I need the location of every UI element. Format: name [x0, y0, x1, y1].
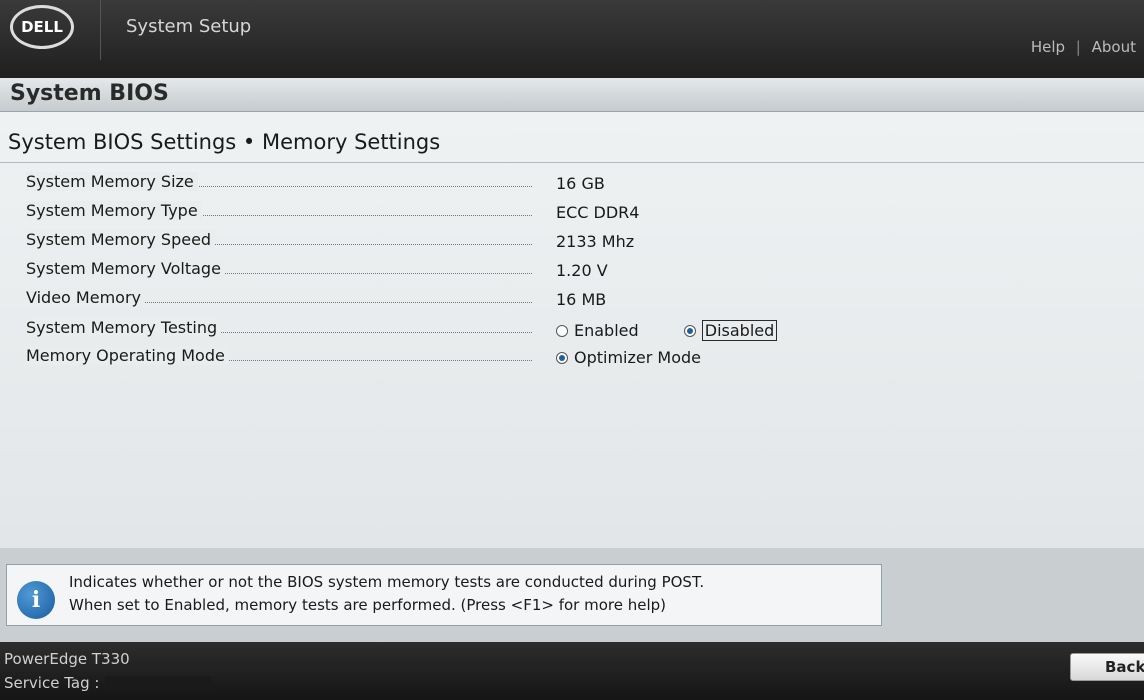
radio-on-icon [556, 351, 568, 364]
service-tag-label: Service Tag : [4, 674, 100, 692]
setting-label: System Memory Type [26, 201, 202, 220]
setting-label: Video Memory [26, 288, 145, 307]
help-box: i Indicates whether or not the BIOS syst… [6, 564, 882, 626]
setting-label: System Memory Voltage [26, 259, 225, 278]
setting-value: 16 MB [556, 290, 607, 309]
memory-mode-options: Optimizer Mode [556, 348, 701, 368]
link-separator: | [1075, 38, 1081, 56]
radio-label: Disabled [701, 320, 778, 341]
memory-testing-options: Enabled Disabled [556, 320, 778, 341]
help-line-1: Indicates whether or not the BIOS system… [69, 573, 705, 591]
page-title: System BIOS Settings • Memory Settings [8, 130, 441, 154]
radio-enabled[interactable]: Enabled [556, 321, 639, 340]
setting-row-memory-voltage: System Memory Voltage 1.20 V [26, 259, 1126, 285]
header-links: Help | About [1031, 38, 1136, 56]
dell-logo: DELL [10, 5, 74, 49]
setting-label: System Memory Speed [26, 230, 216, 249]
about-link[interactable]: About [1092, 38, 1136, 56]
setting-label: System Memory Testing [26, 318, 222, 337]
settings-panel: System BIOS Settings • Memory Settings S… [0, 112, 1144, 548]
setting-value: 1.20 V [556, 261, 608, 280]
info-icon: i [17, 581, 55, 619]
radio-label: Optimizer Mode [574, 348, 701, 367]
setting-row-video-memory: Video Memory 16 MB [26, 288, 1126, 314]
setting-value: ECC DDR4 [556, 203, 640, 222]
model-name: PowerEdge T330 [4, 650, 130, 668]
setting-label: System Memory Size [26, 172, 198, 191]
help-line-2: When set to Enabled, memory tests are pe… [69, 596, 667, 614]
setting-row-memory-type: System Memory Type ECC DDR4 [26, 201, 1126, 227]
section-header: System BIOS [0, 78, 1144, 112]
back-button[interactable]: Back [1070, 653, 1144, 681]
heading-divider [0, 162, 1144, 163]
app-title: System Setup [126, 16, 252, 37]
header-divider [100, 0, 101, 60]
setting-row-memory-operating-mode: Memory Operating Mode Optimizer Mode [26, 346, 1126, 372]
service-tag: Service Tag : [4, 674, 212, 692]
setting-row-memory-size: System Memory Size 16 GB [26, 172, 1126, 198]
section-title: System BIOS [10, 81, 169, 106]
setting-value: 16 GB [556, 174, 605, 193]
radio-disabled[interactable]: Disabled [683, 320, 778, 341]
top-header: DELL System Setup Help | About [0, 0, 1144, 78]
setting-row-memory-testing: System Memory Testing Enabled Disabled [26, 318, 1126, 344]
help-link[interactable]: Help [1031, 38, 1065, 56]
service-tag-redacted [105, 675, 212, 692]
logo-text: DELL [21, 18, 63, 36]
radio-on-icon [683, 324, 696, 337]
help-area: i Indicates whether or not the BIOS syst… [0, 548, 1144, 642]
radio-label: Enabled [574, 321, 639, 340]
radio-off-icon [556, 324, 568, 337]
radio-optimizer-mode[interactable]: Optimizer Mode [556, 348, 701, 367]
setting-row-memory-speed: System Memory Speed 2133 Mhz [26, 230, 1126, 256]
setting-label: Memory Operating Mode [26, 346, 229, 365]
help-text: Indicates whether or not the BIOS system… [69, 571, 704, 617]
setting-value: 2133 Mhz [556, 232, 635, 251]
footer: PowerEdge T330 Service Tag : Back [0, 642, 1144, 700]
